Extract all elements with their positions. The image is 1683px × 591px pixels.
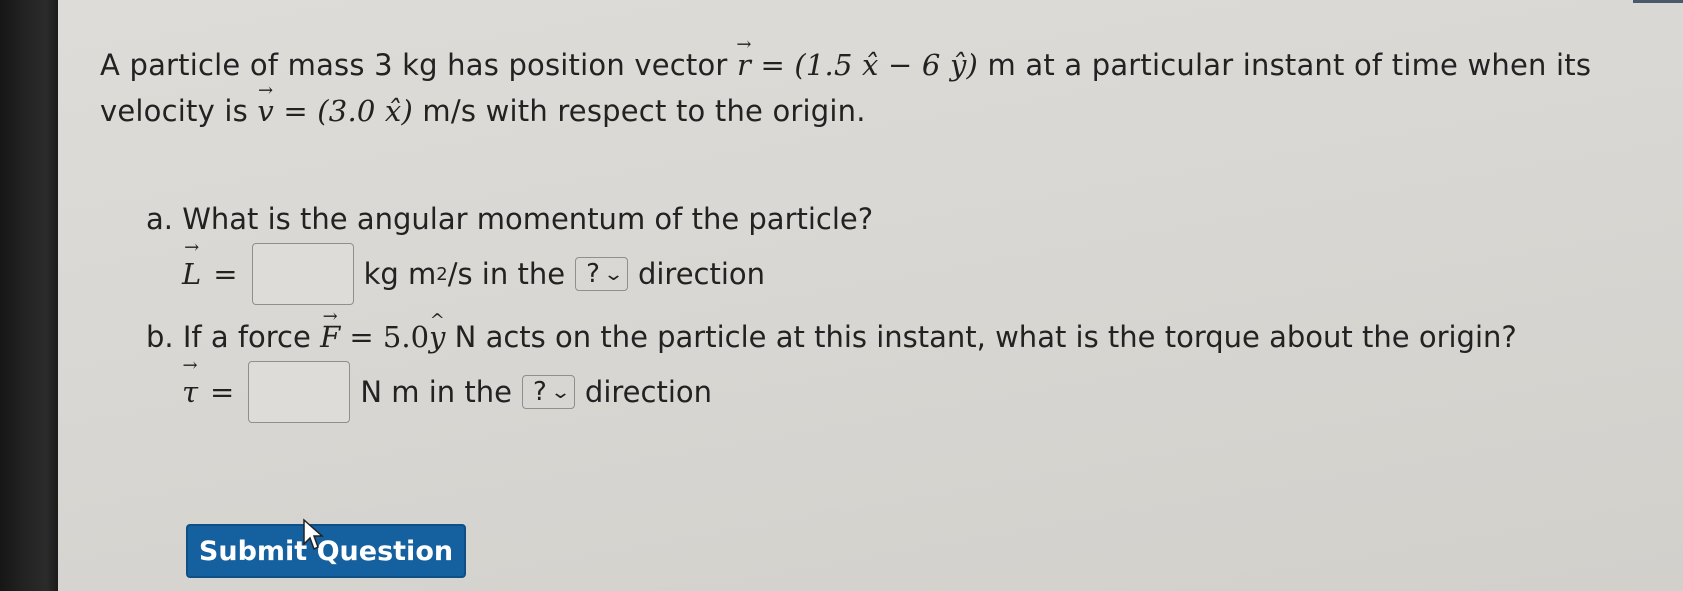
part-a-answer-row: L = kg m2/s in the ? ⌄ direction	[146, 242, 873, 306]
angular-momentum-direction-select[interactable]: ? ⌄	[575, 257, 628, 291]
velocity-vector-symbol: v	[257, 88, 274, 134]
force-vector-symbol: F	[320, 314, 340, 360]
part-b-suffix: direction	[584, 375, 712, 409]
question-page: A particle of mass 3 kg has position vec…	[58, 0, 1683, 591]
angular-momentum-symbol: L	[182, 257, 201, 291]
monitor-bezel	[0, 0, 58, 591]
position-vector-expression: (1.5 x̂ − 6 ŷ)	[794, 48, 979, 82]
mouse-cursor-icon	[303, 518, 324, 551]
stem-text-1: A particle of mass 3 kg has position vec…	[100, 48, 737, 82]
torque-direction-select[interactable]: ? ⌄	[522, 375, 575, 409]
part-a-suffix: direction	[637, 257, 766, 291]
part-b-answer-row: τ = N m in the ? ⌄ direction	[146, 360, 1517, 424]
chevron-down-icon: ⌄	[602, 263, 624, 285]
direction-select-value: ?	[533, 377, 547, 407]
part-a-units-after: /s in the	[447, 257, 566, 291]
chevron-down-icon: ⌄	[549, 381, 571, 403]
velocity-vector-expression: (3.0 x̂)	[317, 94, 414, 128]
question-stem: A particle of mass 3 kg has position vec…	[100, 42, 1630, 134]
force-expression: = 5.0	[349, 320, 430, 354]
torque-input[interactable]	[248, 361, 351, 423]
part-a-units: kg m	[363, 257, 437, 291]
part-a-prompt: a. What is the angular momentum of the p…	[146, 202, 874, 236]
part-b: b. If a force F = 5.0y N acts on the par…	[146, 314, 1517, 424]
stem-text-2: m at a particular instant of time when i…	[978, 48, 1592, 82]
direction-select-value: ?	[586, 259, 600, 289]
position-vector-symbol: r	[737, 42, 751, 88]
part-a: a. What is the angular momentum of the p…	[146, 196, 873, 306]
y-hat-symbol: y	[429, 314, 445, 360]
part-a-units-exponent: 2	[436, 263, 448, 285]
torque-symbol: τ	[182, 375, 198, 409]
part-b-units: N m in the	[360, 375, 512, 409]
angular-momentum-input[interactable]	[251, 243, 354, 305]
top-edge-line	[1633, 0, 1683, 3]
stem-text-4: m/s with respect to the origin.	[413, 94, 866, 128]
stem-text-3: velocity is	[100, 94, 258, 128]
part-b-prompt: b. If a force F = 5.0y N acts on the par…	[146, 314, 1517, 360]
submit-question-button[interactable]: Submit Question	[186, 524, 466, 578]
screen: A particle of mass 3 kg has position vec…	[0, 0, 1683, 591]
